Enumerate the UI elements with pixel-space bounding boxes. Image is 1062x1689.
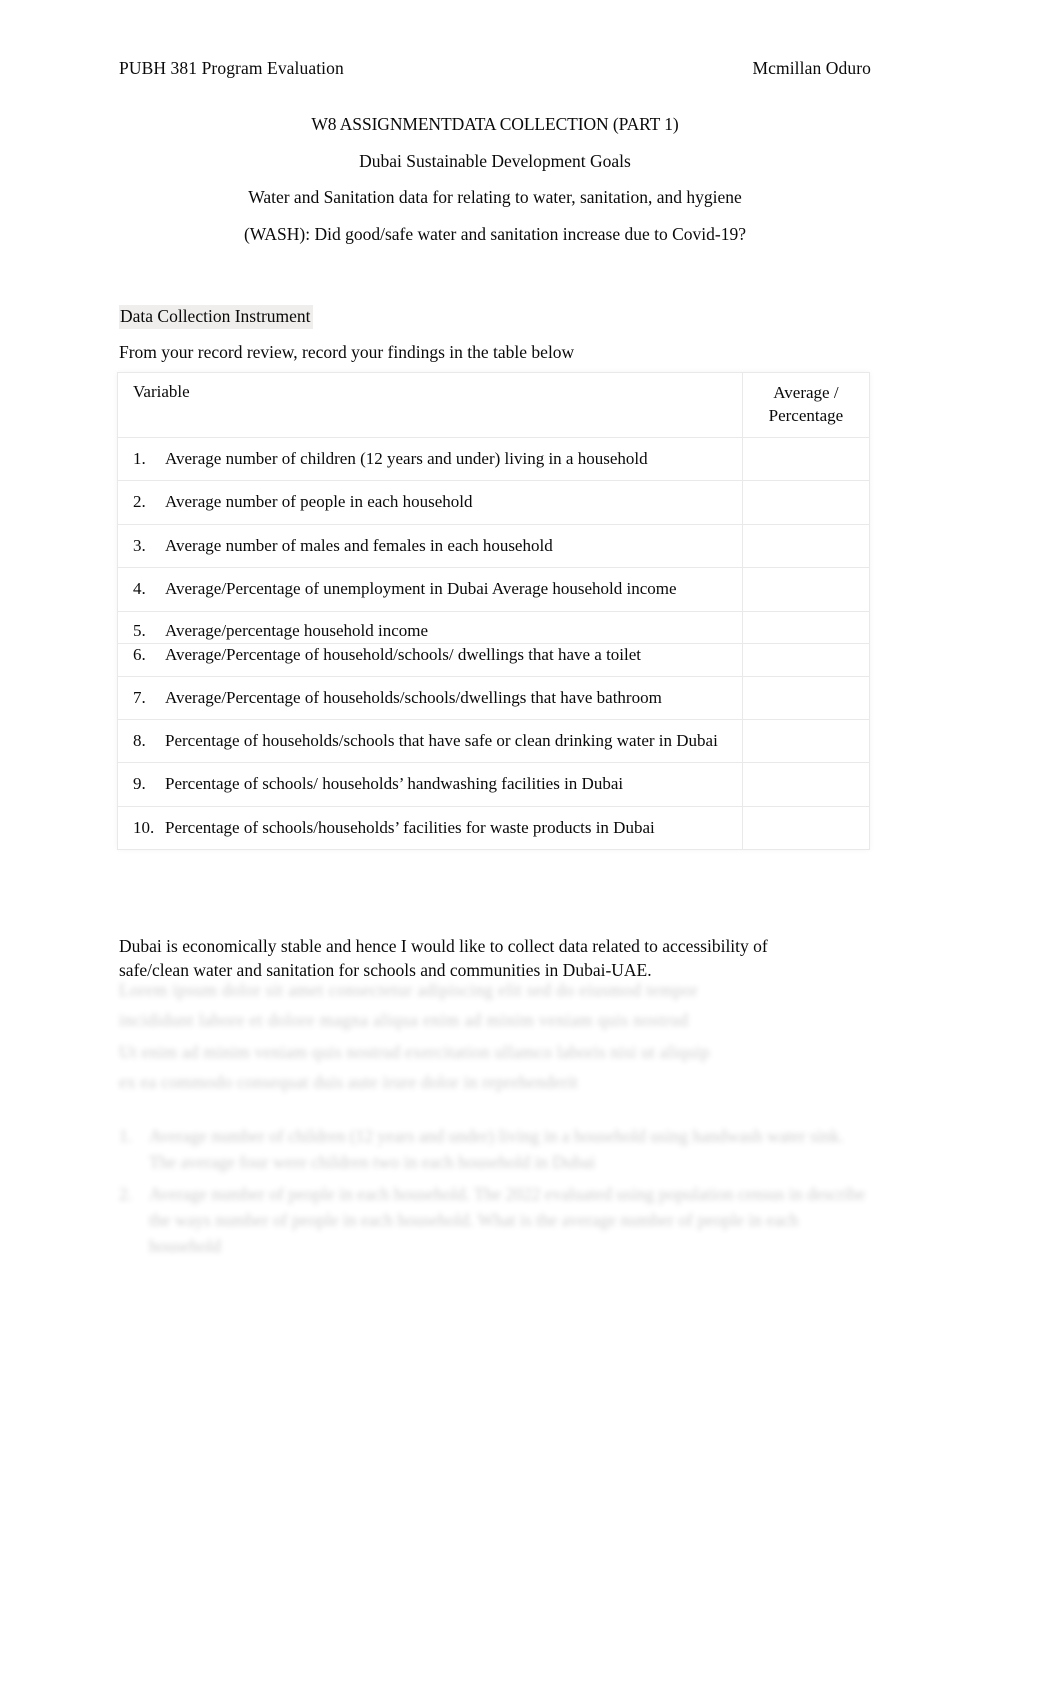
assignment-title-part-2: DATA COLLECTION (PART 1) [451, 114, 679, 134]
faded-line: Average number of children (12 years and… [149, 1126, 646, 1146]
table-body: 1. Average number of children (12 years … [117, 436, 871, 851]
title-block: W8 ASSIGNMENTDATA COLLECTION (PART 1) Du… [119, 114, 871, 244]
variable-cell: 10. Percentage of schools/households’ fa… [117, 805, 743, 851]
row-label: Percentage of schools/ households’ handw… [165, 774, 624, 794]
faded-line: Ut enim ad minim veniam quis nostrud exe… [119, 1042, 710, 1062]
instruction-text: From your record review, record your fin… [119, 342, 575, 362]
row-number: 9. [133, 774, 146, 794]
row-number: 6. [133, 645, 146, 665]
row-label: Average/Percentage of households/schools… [165, 687, 662, 707]
row-number: 8. [133, 730, 146, 750]
faded-item-text: Average number of people in each househo… [149, 1182, 867, 1260]
row-number: 7. [133, 687, 146, 707]
value-cell[interactable] [741, 762, 871, 807]
row-label: Average number of people in each househo… [165, 492, 473, 512]
variable-cell: 5. Average/percentage household income [117, 610, 743, 645]
data-collection-table: Variable Average / Percentage 1. Average… [117, 372, 871, 851]
column-header-average-percentage: Average / Percentage [741, 372, 871, 438]
row-number: 10. [133, 817, 155, 837]
faded-item-number: 1. [119, 1126, 133, 1146]
table-row: 7. Average/Percentage of households/scho… [117, 675, 871, 720]
variable-cell: 6. Average/Percentage of household/schoo… [117, 643, 743, 677]
value-cell[interactable] [741, 805, 871, 851]
column-header-variable: Variable [117, 372, 743, 438]
row-label: Average/Percentage of unemployment in Du… [165, 579, 677, 599]
variable-cell: 4. Average/Percentage of unemployment in… [117, 567, 743, 612]
variable-cell: 8. Percentage of households/schools that… [117, 718, 743, 764]
table-row: 5. Average/percentage household income [117, 610, 871, 645]
row-label: Average number of children (12 years and… [165, 448, 648, 468]
faded-numbered-list: 1. Average number of children (12 years … [119, 1124, 867, 1265]
variable-cell: 9. Percentage of schools/ households’ ha… [117, 762, 743, 807]
table-header-row: Variable Average / Percentage [117, 372, 871, 438]
header-author-name: Mcmillan Oduro [752, 58, 871, 78]
faded-line: Lorem ipsum dolor sit amet consectetur a… [119, 980, 699, 1000]
list-item: 1. Average number of children (12 years … [119, 1124, 867, 1176]
faded-paragraph-1: Lorem ipsum dolor sit amet consectetur a… [119, 978, 867, 1038]
faded-item-text: Average number of children (12 years and… [149, 1124, 867, 1176]
table-row: 10. Percentage of schools/households’ fa… [117, 805, 871, 851]
value-cell[interactable] [741, 436, 871, 482]
row-label: Average/percentage household income [165, 620, 429, 640]
row-number: 1. [133, 448, 146, 468]
table-row: 6. Average/Percentage of household/schoo… [117, 643, 871, 677]
value-cell[interactable] [741, 675, 871, 720]
value-cell[interactable] [741, 480, 871, 525]
row-label: Average number of males and females in e… [165, 535, 553, 555]
assignment-title: W8 ASSIGNMENTDATA COLLECTION (PART 1) [119, 114, 871, 134]
table-head: Variable Average / Percentage [117, 372, 871, 438]
subtitle-sdg: Dubai Sustainable Development Goals [359, 150, 631, 171]
value-cell[interactable] [741, 567, 871, 612]
faded-line: incididunt labore et dolore magna aliqua… [119, 1009, 689, 1030]
section-heading-data-collection-instrument: Data Collection Instrument [119, 305, 313, 329]
faded-line: Average number of people in each househo… [149, 1183, 803, 1204]
faded-line: ex ea commodo consequat duis aute irure … [119, 1071, 578, 1092]
header-course-title: PUBH 381 Program Evaluation [119, 58, 344, 78]
table-row: 8. Percentage of households/schools that… [117, 718, 871, 764]
variable-cell: 7. Average/Percentage of households/scho… [117, 675, 743, 720]
value-cell[interactable] [741, 610, 871, 645]
row-label: Percentage of households/schools that ha… [165, 730, 718, 750]
subtitle-wash-line-1: Water and Sanitation data for relating t… [248, 187, 742, 207]
row-number: 3. [133, 535, 146, 555]
faded-item-number: 2. [119, 1183, 133, 1204]
closing-paragraph: Dubai is economically stable and hence I… [119, 935, 768, 981]
value-cell[interactable] [741, 718, 871, 764]
row-label: Average/Percentage of household/schools/… [165, 645, 642, 665]
row-number: 5. [133, 620, 146, 640]
table-row: 9. Percentage of schools/ households’ ha… [117, 762, 871, 807]
column-header-average-line-2: Percentage [768, 405, 844, 425]
column-header-average-line-1: Average / [773, 383, 839, 402]
variable-cell: 1. Average number of children (12 years … [117, 436, 743, 482]
row-number: 2. [133, 492, 146, 512]
subtitle-wash-line-2: (WASH): Did good/safe water and sanitati… [243, 223, 746, 244]
faded-paragraph-2: Ut enim ad minim veniam quis nostrud exe… [119, 1040, 867, 1100]
value-cell[interactable] [741, 523, 871, 569]
row-label: Percentage of schools/households’ facili… [165, 817, 655, 837]
table-row: 2. Average number of people in each hous… [117, 480, 871, 525]
table-row: 3. Average number of males and females i… [117, 523, 871, 569]
row-number: 4. [133, 579, 146, 599]
variable-cell: 3. Average number of males and females i… [117, 523, 743, 569]
table-row: 4. Average/Percentage of unemployment in… [117, 567, 871, 612]
assignment-title-part-1: W8 ASSIGNMENT [311, 114, 452, 134]
variable-cell: 2. Average number of people in each hous… [117, 480, 743, 525]
running-header: PUBH 381 Program Evaluation Mcmillan Odu… [119, 58, 871, 79]
table-row: 1. Average number of children (12 years … [117, 436, 871, 482]
list-item: 2. Average number of people in each hous… [119, 1182, 867, 1260]
document-page: PUBH 381 Program Evaluation Mcmillan Odu… [0, 0, 1062, 1689]
value-cell[interactable] [741, 643, 871, 677]
